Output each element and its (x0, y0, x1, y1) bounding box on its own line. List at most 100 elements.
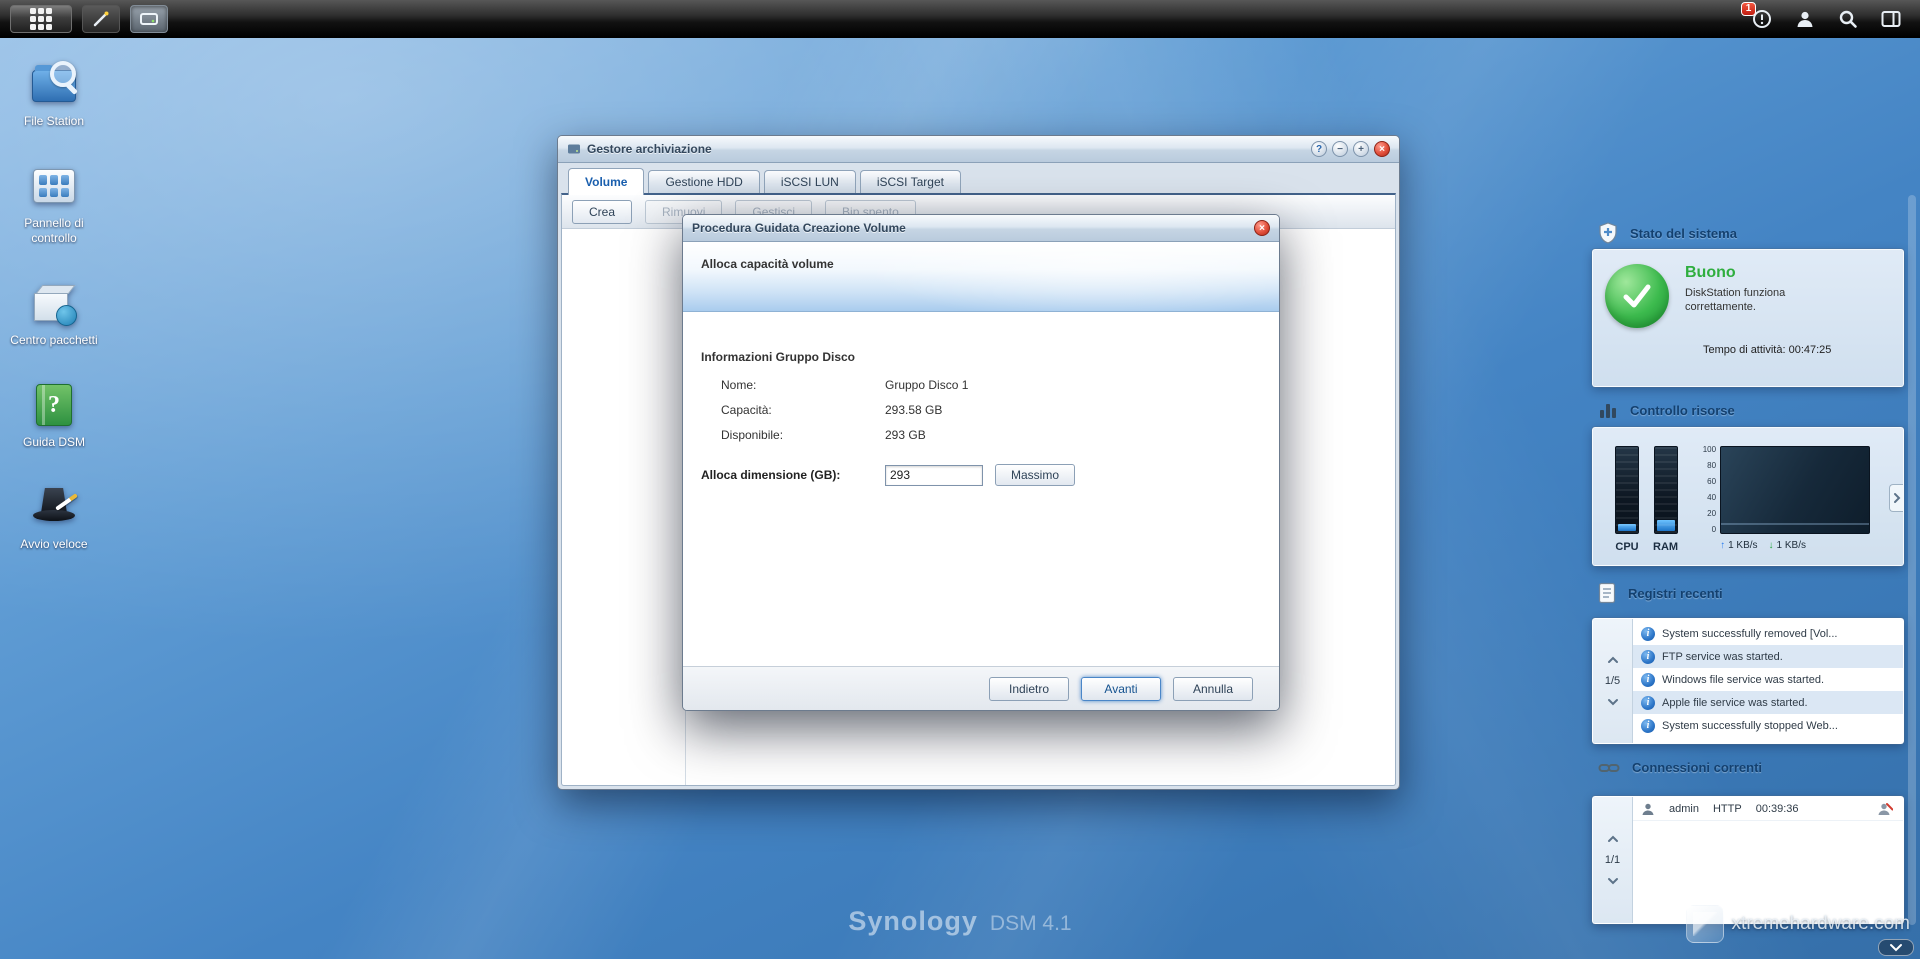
window-minimize-button[interactable]: − (1332, 141, 1348, 157)
taskbar-right: 1 (1749, 6, 1920, 32)
synology-logo-text: Synology (848, 906, 978, 937)
desktop-icon-control-panel[interactable]: Pannello di controllo (4, 162, 104, 246)
control-panel-icon (29, 162, 79, 210)
status-row: Buono DiskStation funziona correttamente… (1605, 264, 1891, 328)
dsm-version-text: DSM 4.1 (990, 912, 1072, 936)
system-status-panel: Buono DiskStation funziona correttamente… (1592, 249, 1904, 387)
pilot-view-button[interactable] (1878, 6, 1904, 32)
wizard-body: Informazioni Gruppo Disco Nome: Gruppo D… (683, 312, 1279, 666)
window-close-button[interactable]: × (1374, 141, 1390, 157)
pilot-view-icon (1881, 10, 1901, 28)
user-menu-button[interactable] (1792, 6, 1818, 32)
current-connections-header: Connessioni correnti (1598, 760, 1898, 775)
section-title: Stato del sistema (1630, 226, 1737, 241)
field-label: Capacità: (721, 403, 885, 417)
desktop-icon-label: Guida DSM (23, 435, 85, 450)
next-button[interactable]: Avanti (1081, 677, 1161, 701)
window-maximize-button[interactable]: + (1353, 141, 1369, 157)
back-button[interactable]: Indietro (989, 677, 1069, 701)
connections-page-up-button[interactable] (1605, 833, 1621, 845)
chevron-up-icon (1607, 835, 1619, 843)
desktop-icon-package-center[interactable]: Centro pacchetti (4, 279, 104, 348)
tab-volume[interactable]: Volume (568, 168, 644, 195)
status-description: DiskStation funziona correttamente. (1685, 286, 1817, 315)
cancel-button[interactable]: Annulla (1173, 677, 1253, 701)
log-text: Windows file service was started. (1662, 674, 1824, 686)
field-value: 293.58 GB (885, 403, 942, 417)
shield-icon (1598, 222, 1618, 244)
window-controls: ? − + × (1311, 141, 1390, 157)
connection-row[interactable]: admin HTTP 00:39:36 (1633, 797, 1903, 821)
desktop-icon-label: File Station (24, 114, 84, 129)
connections-page-down-button[interactable] (1605, 875, 1621, 887)
notification-badge: 1 (1741, 2, 1756, 16)
log-row[interactable]: i Windows file service was started. (1633, 668, 1903, 691)
main-menu-grid-icon (30, 8, 52, 30)
notifications-button[interactable]: 1 (1749, 6, 1775, 32)
check-icon (1620, 281, 1654, 311)
system-status-header: Stato del sistema (1598, 222, 1898, 244)
widget-panel-collapse-button[interactable] (1878, 939, 1914, 956)
axis-tick: 20 (1698, 510, 1716, 518)
connection-user-icon (1641, 802, 1655, 816)
ram-gauge-column: RAM (1653, 446, 1678, 553)
kick-connection-button[interactable] (1875, 800, 1895, 818)
desktop-icon-quick-start[interactable]: Avvio veloce (4, 483, 104, 552)
desktop-icon-file-station[interactable]: File Station (4, 60, 104, 129)
window-drive-icon (567, 143, 581, 155)
tab-iscsi-target[interactable]: iSCSI Target (860, 170, 961, 193)
axis-tick: 60 (1698, 478, 1716, 486)
create-button[interactable]: Crea (572, 200, 632, 224)
chevron-down-icon (1889, 943, 1903, 952)
bar-chart-icon (1598, 400, 1618, 420)
tab-gestione-hdd[interactable]: Gestione HDD (648, 170, 759, 193)
axis-tick: 80 (1698, 462, 1716, 470)
connection-time: 00:39:36 (1756, 803, 1799, 815)
logs-page-indicator: 1/5 (1605, 675, 1620, 687)
resource-next-page-button[interactable] (1889, 484, 1903, 512)
window-help-button[interactable]: ? (1311, 141, 1327, 157)
widget-panel-rail[interactable] (1908, 195, 1916, 925)
field-value: Gruppo Disco 1 (885, 378, 968, 392)
log-row[interactable]: i System successfully removed [Vol... (1633, 622, 1903, 645)
taskbar-app-storage-manager[interactable] (130, 5, 168, 33)
log-row[interactable]: i System successfully stopped Web... (1633, 714, 1903, 737)
allocate-size-input[interactable] (885, 465, 983, 486)
upload-arrow-icon: ↑ (1720, 540, 1725, 551)
quick-start-icon (29, 483, 79, 531)
wizard-titlebar[interactable]: Procedura Guidata Creazione Volume × (683, 215, 1279, 242)
status-value: Buono (1685, 264, 1817, 282)
wizard-close-button[interactable]: × (1254, 220, 1270, 236)
desktop-icon-label: Pannello di controllo (8, 216, 100, 246)
volume-creation-wizard-dialog: Procedura Guidata Creazione Volume × All… (682, 214, 1280, 711)
wizard-footer: Indietro Avanti Annulla (683, 666, 1279, 710)
cpu-gauge (1615, 446, 1639, 534)
info-row-name: Nome: Gruppo Disco 1 (721, 372, 1259, 397)
search-button[interactable] (1835, 6, 1861, 32)
logs-page-down-button[interactable] (1605, 696, 1621, 708)
chevron-up-icon (1607, 656, 1619, 664)
axis-tick: 40 (1698, 494, 1716, 502)
tab-iscsi-lun[interactable]: iSCSI LUN (764, 170, 856, 193)
log-list: i System successfully removed [Vol... i … (1633, 619, 1903, 743)
package-center-icon (29, 279, 79, 327)
log-text: System successfully stopped Web... (1662, 720, 1838, 732)
main-menu-button[interactable] (10, 5, 72, 33)
maximum-button[interactable]: Massimo (995, 464, 1075, 486)
logs-page-up-button[interactable] (1605, 654, 1621, 666)
log-row[interactable]: i Apple file service was started. (1633, 691, 1903, 714)
axis-tick: 0 (1698, 526, 1716, 534)
storage-manager-titlebar[interactable]: Gestore archiviazione ? − + × (558, 136, 1399, 163)
storage-tabs: Volume Gestione HDD iSCSI LUN iSCSI Targ… (558, 163, 1399, 193)
log-row[interactable]: i FTP service was started. (1633, 645, 1903, 668)
field-value: 293 GB (885, 428, 926, 442)
uptime-text: Tempo di attività: 00:47:25 (1703, 344, 1891, 356)
taskbar-app-quick-start[interactable] (82, 5, 120, 33)
info-icon: i (1641, 627, 1655, 641)
info-icon: i (1641, 696, 1655, 710)
section-title: Registri recenti (1628, 586, 1723, 601)
connections-pager: 1/1 (1593, 797, 1633, 923)
desktop-icon-dsm-help[interactable]: ? Guida DSM (4, 381, 104, 450)
resource-monitor-panel: CPU RAM 100 80 60 40 20 0 ↑ 1 KB/s ↓ (1592, 427, 1904, 566)
taskbar: 1 (0, 0, 1920, 38)
